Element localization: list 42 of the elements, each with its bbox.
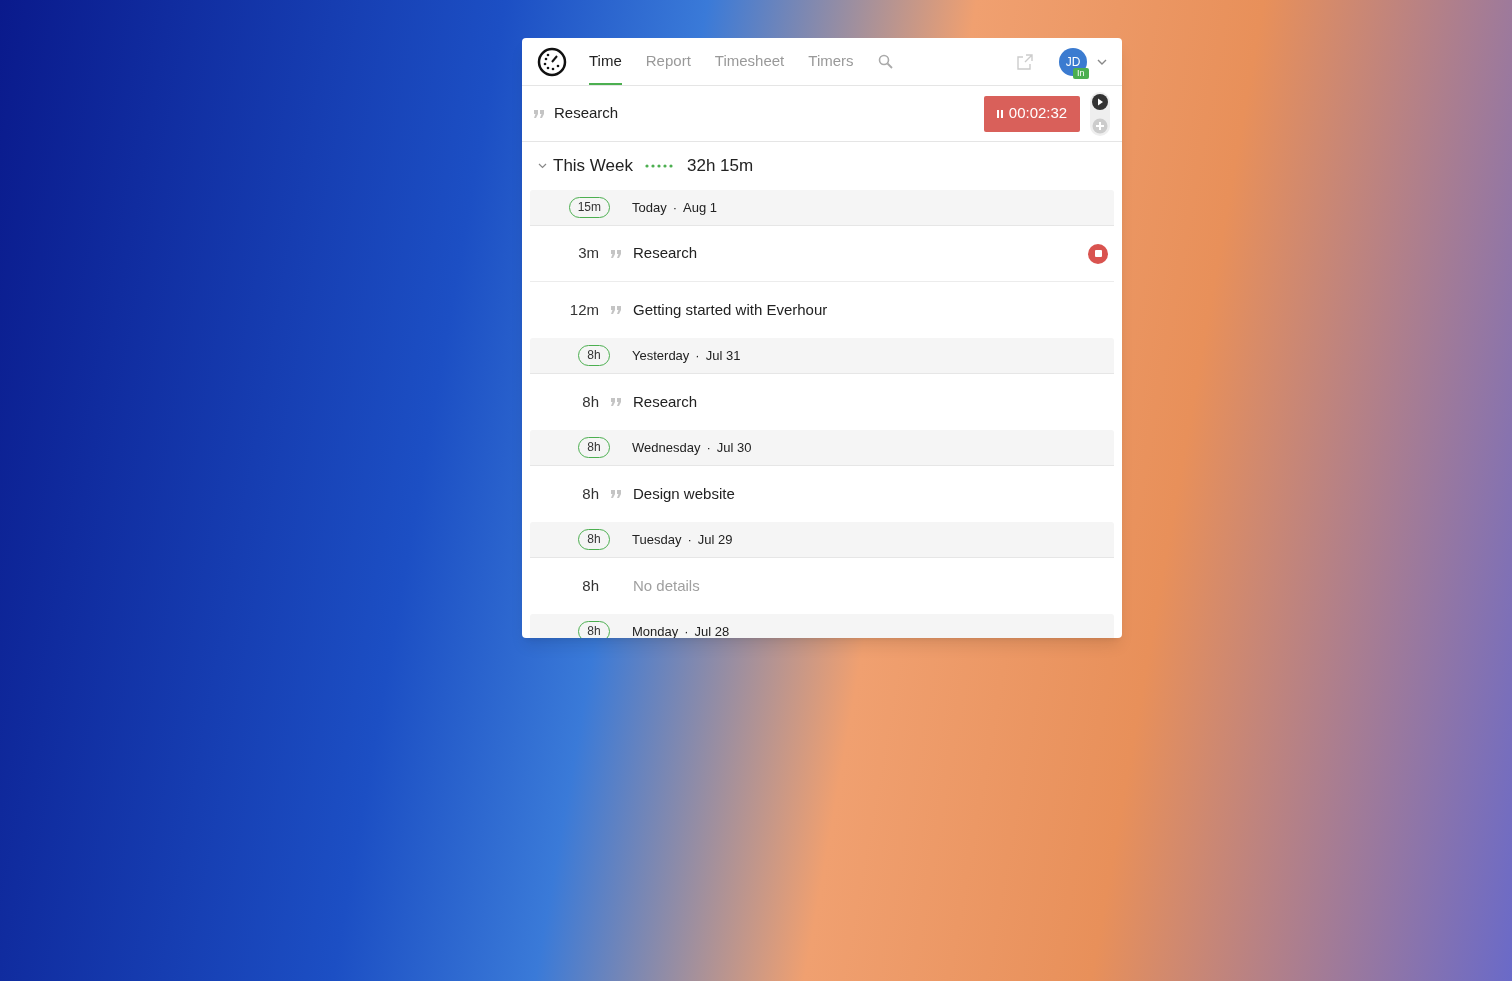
day-label: Monday bbox=[632, 622, 679, 638]
separator-dot: · bbox=[687, 530, 692, 549]
chevron-down-icon[interactable] bbox=[1097, 58, 1107, 65]
entry-task[interactable]: Design website bbox=[633, 482, 735, 506]
nav-tab[interactable]: Time bbox=[589, 38, 622, 85]
week-total: 32h 15m bbox=[687, 155, 754, 178]
quote-icon bbox=[611, 306, 621, 314]
entry-task[interactable]: Research bbox=[633, 390, 698, 414]
timer-task[interactable]: Research bbox=[554, 102, 619, 125]
entry-duration: 8h bbox=[581, 391, 599, 412]
progress-dots-icon bbox=[645, 164, 673, 168]
day-date: Jul 28 bbox=[694, 622, 730, 638]
separator-dot: · bbox=[684, 622, 689, 638]
search-icon[interactable] bbox=[877, 54, 893, 69]
day-date: Aug 1 bbox=[683, 198, 718, 217]
timer-button[interactable]: 00:02:32 bbox=[984, 95, 1080, 132]
separator-dot: · bbox=[672, 198, 678, 217]
status-badge: In bbox=[1073, 67, 1089, 79]
stop-button[interactable] bbox=[1088, 243, 1108, 264]
entry-duration: 12m bbox=[568, 299, 599, 320]
entry-task[interactable]: Getting started with Everhour bbox=[633, 298, 828, 322]
day-date: Jul 31 bbox=[705, 346, 741, 365]
stopwatch-logo-icon[interactable] bbox=[537, 46, 567, 77]
day-label: Today bbox=[632, 198, 667, 217]
entry-duration: 8h bbox=[581, 483, 599, 504]
day-date: Jul 29 bbox=[697, 530, 733, 549]
entry-duration: 8h bbox=[581, 575, 599, 596]
day-label: Wednesday bbox=[632, 438, 701, 457]
week-title[interactable]: This Week bbox=[553, 153, 633, 179]
entry-task[interactable]: Research bbox=[633, 242, 698, 265]
separator-dot: · bbox=[706, 438, 711, 457]
play-icon[interactable] bbox=[1092, 93, 1108, 110]
quote-icon bbox=[611, 398, 621, 406]
quote-icon bbox=[611, 249, 621, 258]
entry-duration: 3m bbox=[577, 243, 599, 264]
chevron-down-icon[interactable] bbox=[538, 163, 547, 169]
quote-icon bbox=[534, 109, 544, 118]
day-label: Yesterday bbox=[632, 346, 690, 365]
quote-icon bbox=[611, 490, 621, 498]
separator-dot: · bbox=[695, 346, 700, 365]
day-label: Tuesday bbox=[632, 530, 682, 549]
day-date: Jul 30 bbox=[716, 438, 752, 457]
